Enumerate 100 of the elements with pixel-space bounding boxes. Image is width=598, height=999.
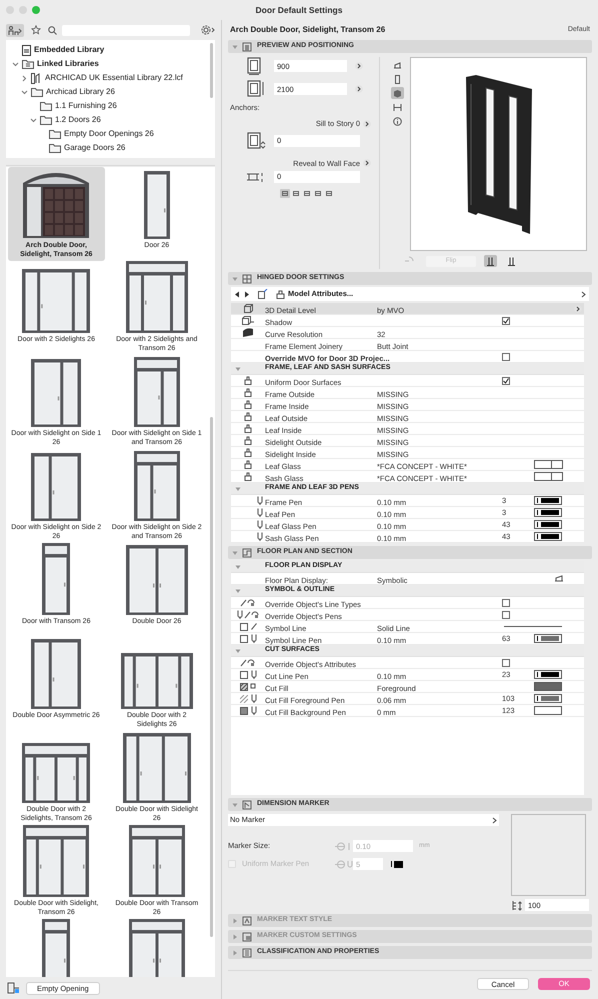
chevron-icon[interactable] bbox=[30, 116, 37, 124]
paint-bucket-icon bbox=[244, 424, 252, 433]
folder-icon bbox=[49, 143, 61, 153]
folder-icon bbox=[31, 87, 43, 97]
pen-icon bbox=[250, 694, 256, 703]
pen-swatch[interactable] bbox=[534, 496, 562, 505]
pen-icon bbox=[236, 610, 242, 619]
anchor-icon bbox=[304, 190, 310, 196]
paint-bucket-icon bbox=[244, 460, 252, 469]
paint-bucket-icon bbox=[244, 388, 252, 397]
scrollbar-thumb[interactable] bbox=[210, 43, 213, 98]
section-icon bbox=[242, 916, 253, 926]
anchor-icon bbox=[315, 190, 321, 196]
section-icon bbox=[242, 932, 253, 942]
tree-item[interactable]: 1.1 Furnishing 26 bbox=[55, 100, 117, 112]
chevron-icon[interactable] bbox=[21, 88, 28, 96]
pen-swatch[interactable] bbox=[534, 694, 562, 703]
override-icon bbox=[244, 610, 260, 619]
pen-swatch[interactable] bbox=[534, 532, 562, 541]
section-icon bbox=[242, 274, 253, 284]
pen-swatch[interactable] bbox=[391, 860, 403, 868]
chevron-icon[interactable] bbox=[21, 74, 28, 82]
surface-swatch[interactable] bbox=[534, 460, 552, 469]
door-drawing bbox=[134, 357, 180, 427]
tree-item[interactable]: 1.2 Doors 26 bbox=[55, 114, 101, 126]
door-drawing bbox=[144, 171, 170, 239]
chevron-right-icon[interactable] bbox=[363, 159, 371, 168]
sill-icon bbox=[246, 132, 266, 150]
checkbox[interactable] bbox=[502, 610, 510, 618]
checkbox[interactable] bbox=[502, 376, 510, 384]
pen-icon bbox=[250, 706, 256, 715]
view-mode-button[interactable] bbox=[390, 87, 404, 99]
settings-button[interactable] bbox=[201, 25, 215, 35]
transfer-icon[interactable] bbox=[258, 289, 268, 299]
mirror-button[interactable] bbox=[505, 255, 518, 267]
pen-swatch[interactable] bbox=[534, 634, 562, 643]
tree-item[interactable]: Garage Doors 26 bbox=[64, 142, 126, 154]
search-icon[interactable] bbox=[48, 26, 57, 34]
previous-icon[interactable] bbox=[234, 290, 240, 298]
pen-swatch[interactable] bbox=[534, 706, 562, 715]
mirror-icon bbox=[486, 256, 495, 266]
pen-icon bbox=[250, 670, 256, 679]
checkbox[interactable] bbox=[502, 598, 510, 606]
pen-icon bbox=[257, 508, 263, 517]
anchor-point-button[interactable] bbox=[302, 188, 312, 198]
line-swatch[interactable] bbox=[504, 626, 562, 627]
check-icon bbox=[503, 378, 509, 384]
anchor-point-button[interactable] bbox=[291, 188, 301, 198]
surface-swatch[interactable] bbox=[552, 472, 563, 481]
paint-bucket-icon bbox=[244, 400, 252, 409]
next-icon[interactable] bbox=[244, 290, 250, 298]
pen-swatch[interactable] bbox=[534, 670, 562, 679]
tree-item[interactable]: Archicad Library 26 bbox=[46, 86, 115, 98]
pen-swatch[interactable] bbox=[534, 508, 562, 517]
chevron-right-icon[interactable] bbox=[363, 120, 371, 128]
cube-icon bbox=[392, 88, 402, 98]
door-drawing bbox=[128, 825, 185, 897]
fill-swatch[interactable] bbox=[534, 682, 562, 691]
surface-swatch[interactable] bbox=[552, 460, 563, 469]
anchor-point-button[interactable] bbox=[324, 188, 334, 198]
chevron-right-icon[interactable] bbox=[355, 62, 363, 70]
plan-icon bbox=[392, 60, 402, 70]
mirror-button[interactable] bbox=[484, 255, 497, 267]
checkbox[interactable] bbox=[502, 352, 510, 360]
pen-icon bbox=[335, 860, 353, 868]
door-drawing bbox=[134, 451, 180, 521]
surface-swatch[interactable] bbox=[534, 472, 552, 481]
door-drawing bbox=[126, 545, 188, 615]
tree-item[interactable]: Embedded Library bbox=[34, 44, 104, 56]
pen-swatch[interactable] bbox=[534, 520, 562, 529]
anchor-point-button[interactable] bbox=[313, 188, 323, 198]
door-drawing bbox=[42, 919, 70, 977]
checkbox[interactable] bbox=[502, 316, 510, 324]
view-mode-button[interactable] bbox=[390, 115, 404, 127]
attribute-override-icon bbox=[240, 658, 256, 667]
chevron-right-icon bbox=[492, 816, 497, 824]
scrollbar-thumb[interactable] bbox=[210, 417, 213, 937]
display-option-icon[interactable] bbox=[554, 574, 564, 583]
tree-item[interactable]: ARCHICAD UK Essential Library 22.lcf bbox=[45, 72, 183, 84]
people-icon bbox=[8, 26, 22, 34]
anchor-point-button[interactable] bbox=[280, 188, 290, 198]
check-icon bbox=[503, 318, 509, 324]
door-drawing bbox=[22, 743, 90, 803]
paint-bucket-icon bbox=[244, 472, 252, 481]
chevron-right-icon[interactable] bbox=[355, 85, 363, 93]
tree-item[interactable]: Empty Door Openings 26 bbox=[64, 128, 154, 140]
library-tab[interactable] bbox=[6, 24, 24, 36]
door-drawing bbox=[23, 825, 90, 897]
settings-icon bbox=[201, 25, 215, 35]
slash-icon bbox=[250, 623, 256, 630]
door-drawing bbox=[31, 453, 82, 521]
anchor-icon bbox=[282, 190, 288, 196]
section-icon bbox=[242, 800, 253, 810]
view-mode-button[interactable] bbox=[390, 101, 404, 113]
tree-item[interactable]: Linked Libraries bbox=[37, 58, 99, 70]
square-icon bbox=[240, 622, 248, 630]
chevron-icon[interactable] bbox=[12, 60, 19, 68]
checkbox[interactable] bbox=[502, 658, 510, 666]
library-tab[interactable] bbox=[29, 24, 43, 36]
door-drawing bbox=[128, 919, 185, 977]
